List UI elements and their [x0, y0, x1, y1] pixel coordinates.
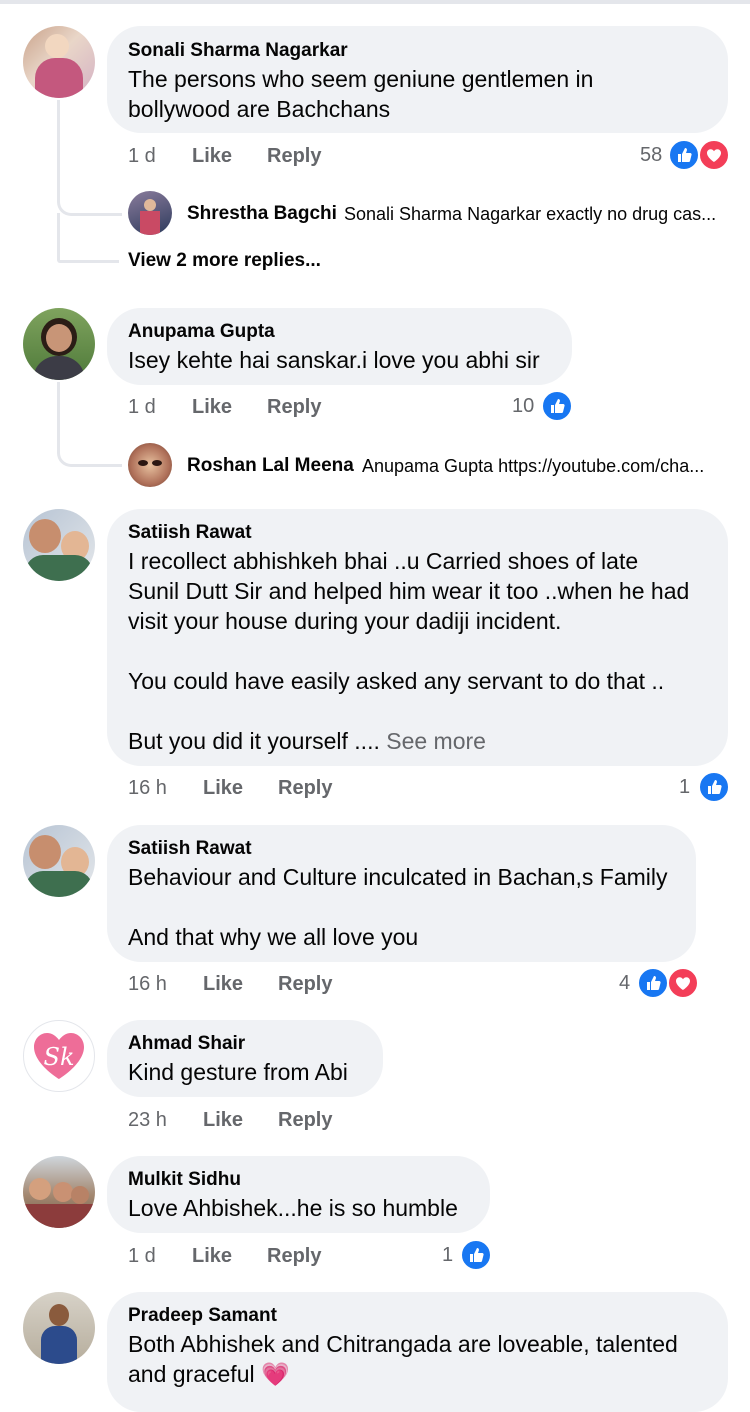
- commenter-name[interactable]: Sonali Sharma Nagarkar: [128, 40, 348, 62]
- like-icon[interactable]: [668, 139, 700, 171]
- comment-text: Both Abhishek and Chitrangada are loveab…: [128, 1329, 718, 1389]
- avatar[interactable]: [23, 509, 95, 581]
- comment-text: Isey kehte hai sanskar.i love you abhi s…: [128, 347, 540, 373]
- comment-time[interactable]: 16 h: [128, 973, 167, 996]
- reply-button[interactable]: Reply: [267, 145, 321, 168]
- commenter-name[interactable]: Ahmad Shair: [128, 1033, 245, 1055]
- comment-text: I recollect abhishkeh bhai ..u Carried s…: [128, 546, 718, 756]
- reaction-count[interactable]: 4: [619, 972, 630, 995]
- reply-text[interactable]: Anupama Gupta https://youtube.com/cha...: [362, 456, 704, 477]
- avatar[interactable]: [23, 26, 95, 98]
- thread-line: [57, 100, 122, 216]
- avatar[interactable]: [23, 825, 95, 897]
- see-more-link[interactable]: See more: [386, 728, 486, 754]
- reaction-count[interactable]: 10: [512, 395, 534, 418]
- comment-time[interactable]: 23 h: [128, 1109, 167, 1132]
- reply-button[interactable]: Reply: [278, 973, 332, 996]
- reaction-count[interactable]: 1: [442, 1244, 453, 1267]
- comment-text: Behaviour and Culture inculcated in Bach…: [128, 864, 668, 950]
- comment-body: Both Abhishek and Chitrangada are loveab…: [128, 1331, 678, 1387]
- thread-line-tail: [60, 260, 119, 263]
- comment-bubble: Sonali Sharma Nagarkar The persons who s…: [107, 26, 728, 133]
- like-icon[interactable]: [460, 1239, 492, 1271]
- avatar[interactable]: [23, 308, 95, 380]
- comment-bubble: Anupama Gupta Isey kehte hai sanskar.i l…: [107, 308, 572, 385]
- reply-button[interactable]: Reply: [267, 396, 321, 419]
- commenter-name[interactable]: Mulkit Sidhu: [128, 1169, 241, 1191]
- commenter-name[interactable]: Satiish Rawat: [128, 838, 252, 860]
- commenter-name[interactable]: Pradeep Samant: [128, 1305, 277, 1327]
- comment-text: The persons who seem geniune gentlemen i…: [128, 66, 594, 122]
- thread-line: [57, 382, 122, 467]
- like-icon[interactable]: [637, 967, 669, 999]
- like-button[interactable]: Like: [203, 1109, 243, 1132]
- reply-text[interactable]: Sonali Sharma Nagarkar exactly no drug c…: [344, 204, 716, 225]
- reply-button[interactable]: Reply: [267, 1245, 321, 1268]
- like-button[interactable]: Like: [192, 1245, 232, 1268]
- comment-bubble: Satiish Rawat I recollect abhishkeh bhai…: [107, 509, 728, 766]
- like-button[interactable]: Like: [203, 973, 243, 996]
- like-icon[interactable]: [541, 390, 573, 422]
- reply-button[interactable]: Reply: [278, 777, 332, 800]
- avatar[interactable]: Sk: [23, 1020, 95, 1092]
- like-button[interactable]: Like: [192, 396, 232, 419]
- commenter-name[interactable]: Anupama Gupta: [128, 321, 275, 343]
- avatar-initials: Sk: [43, 1043, 75, 1071]
- comment-bubble: Satiish Rawat Behaviour and Culture incu…: [107, 825, 696, 962]
- reply-avatar[interactable]: [128, 443, 172, 487]
- like-icon[interactable]: [698, 771, 730, 803]
- like-button[interactable]: Like: [203, 777, 243, 800]
- top-divider: [0, 0, 750, 4]
- reaction-count[interactable]: 1: [679, 776, 690, 799]
- comment-bubble: Ahmad Shair Kind gesture from Abi: [107, 1020, 383, 1097]
- view-more-replies-link[interactable]: View 2 more replies...: [128, 250, 321, 272]
- reply-author-name[interactable]: Roshan Lal Meena: [187, 455, 354, 477]
- comment-time[interactable]: 1 d: [128, 1245, 156, 1268]
- comment-text: Love Ahbishek...he is so humble: [128, 1195, 458, 1221]
- love-icon[interactable]: [667, 967, 699, 999]
- avatar[interactable]: [23, 1292, 95, 1364]
- avatar[interactable]: [23, 1156, 95, 1228]
- comment-bubble: Pradeep Samant Both Abhishek and Chitran…: [107, 1292, 728, 1412]
- love-icon[interactable]: [698, 139, 730, 171]
- thread-line-branch: [57, 213, 60, 263]
- like-button[interactable]: Like: [192, 145, 232, 168]
- comment-time[interactable]: 1 d: [128, 396, 156, 419]
- reaction-count[interactable]: 58: [640, 144, 662, 167]
- reply-author-name[interactable]: Shrestha Bagchi: [187, 203, 337, 225]
- comment-bubble: Mulkit Sidhu Love Ahbishek...he is so hu…: [107, 1156, 490, 1233]
- reply-avatar[interactable]: [128, 191, 172, 235]
- comment-body: I recollect abhishkeh bhai ..u Carried s…: [128, 548, 690, 754]
- reply-button[interactable]: Reply: [278, 1109, 332, 1132]
- heart-emoji-icon: 💗: [260, 1361, 290, 1387]
- comment-text: Kind gesture from Abi: [128, 1059, 348, 1085]
- commenter-name[interactable]: Satiish Rawat: [128, 522, 252, 544]
- comment-time[interactable]: 16 h: [128, 777, 167, 800]
- comment-time[interactable]: 1 d: [128, 145, 156, 168]
